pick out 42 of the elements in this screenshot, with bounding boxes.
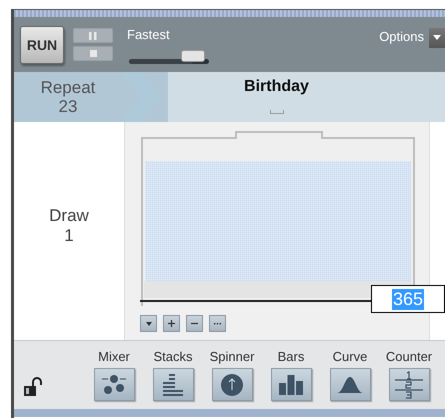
dropdown-button[interactable] <box>140 315 157 332</box>
model-title: Birthday <box>244 78 309 96</box>
plus-icon <box>168 320 175 327</box>
palette-label: Counter <box>386 349 432 364</box>
more-button[interactable] <box>209 315 226 332</box>
repeat-count: 23 <box>58 97 78 116</box>
palette-button[interactable] <box>212 368 252 401</box>
palette-label: Bars <box>278 349 304 364</box>
palette-button[interactable] <box>152 368 194 401</box>
palette-label: Stacks <box>153 349 192 364</box>
counter-icon <box>395 370 423 400</box>
pause-icon <box>89 32 97 40</box>
resize-handle[interactable] <box>270 110 284 114</box>
palette-button[interactable] <box>388 368 430 401</box>
slider-thumb[interactable] <box>181 50 205 62</box>
lock-icon[interactable] <box>23 377 43 397</box>
palette-label: Mixer <box>98 349 130 364</box>
speed-slider[interactable] <box>129 50 209 64</box>
remove-button[interactable] <box>186 315 203 332</box>
palette-label: Curve <box>332 349 368 364</box>
palette-button[interactable] <box>270 368 312 401</box>
balls-icon <box>102 374 126 396</box>
repeat-label: Repeat <box>40 78 96 97</box>
draw-label: Draw <box>49 206 89 226</box>
palette-button[interactable] <box>94 368 134 401</box>
bell-curve-icon <box>337 376 363 392</box>
stop-icon <box>90 50 96 57</box>
caret-icon <box>146 322 152 326</box>
palette-label: Spinner <box>210 349 254 364</box>
bar-chart-icon <box>279 374 303 394</box>
speed-label: Fastest <box>127 27 171 42</box>
options-dropdown[interactable] <box>429 28 445 48</box>
caret-icon <box>433 35 441 40</box>
stacks-icon <box>161 374 185 396</box>
minus-icon <box>191 320 198 327</box>
palette-button[interactable] <box>330 368 370 401</box>
run-button[interactable]: RUN <box>20 26 64 64</box>
value-field[interactable]: 365 <box>371 285 445 313</box>
spinner-icon <box>220 372 244 396</box>
options-menu[interactable]: Options <box>379 29 424 44</box>
draw-count: 1 <box>64 226 74 246</box>
add-button[interactable] <box>163 315 180 332</box>
